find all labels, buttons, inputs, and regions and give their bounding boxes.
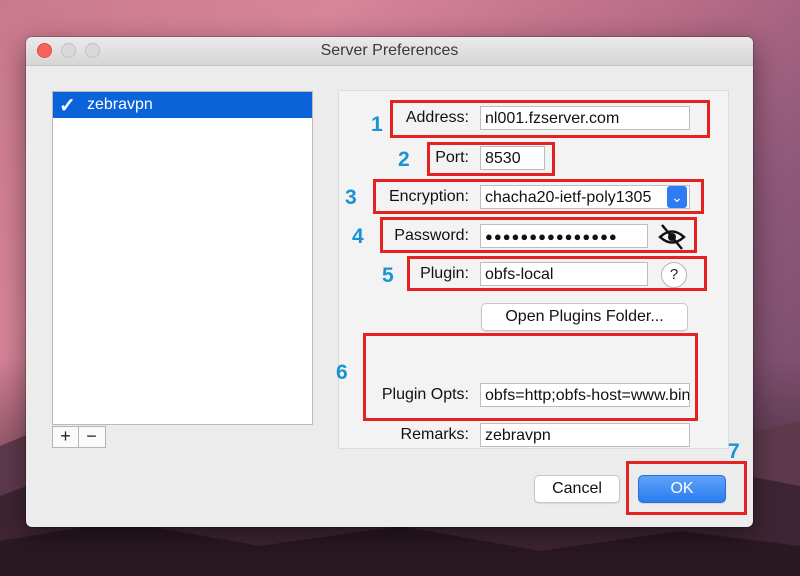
annotation-number-6: 6: [336, 361, 348, 384]
title-bar: Server Preferences: [26, 37, 753, 66]
list-buttons: + −: [52, 426, 106, 448]
annotation-box-2: [427, 142, 555, 176]
annotation-number-1: 1: [371, 113, 383, 136]
annotation-box-5: [407, 256, 707, 291]
remove-server-button[interactable]: −: [79, 427, 104, 447]
remarks-label: Remarks:: [400, 426, 469, 443]
annotation-number-4: 4: [352, 225, 364, 248]
server-list-item[interactable]: ✓ zebravpn: [53, 92, 312, 118]
remarks-field[interactable]: zebravpn: [480, 423, 690, 447]
annotation-box-4: [380, 217, 697, 253]
annotation-box-6: [363, 333, 698, 421]
annotation-number-3: 3: [345, 186, 357, 209]
open-plugins-folder-button[interactable]: Open Plugins Folder...: [481, 303, 688, 331]
server-name: zebravpn: [87, 96, 153, 113]
add-server-button[interactable]: +: [53, 427, 79, 447]
annotation-box-1: [390, 100, 710, 138]
server-list[interactable]: ✓ zebravpn: [52, 91, 313, 425]
annotation-number-5: 5: [382, 264, 394, 287]
cancel-button[interactable]: Cancel: [534, 475, 620, 503]
annotation-box-3: [373, 179, 704, 214]
checkmark-icon: ✓: [59, 95, 76, 117]
annotation-number-7: 7: [728, 440, 740, 463]
annotation-number-2: 2: [398, 148, 410, 171]
window-title: Server Preferences: [320, 42, 459, 59]
annotation-box-7: [626, 461, 747, 515]
